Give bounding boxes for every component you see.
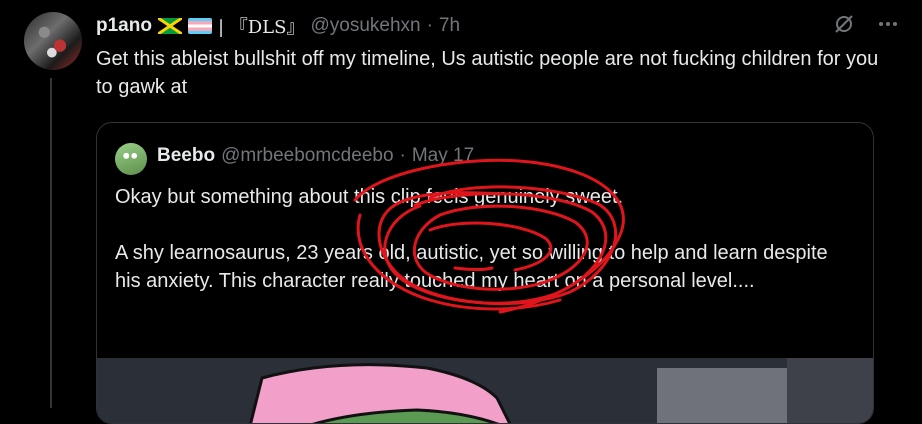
tweet-header: p1ano | 『DLS』 @yosukehxn · 7h: [96, 12, 460, 40]
quoted-tweet-text: Okay but something about this clip feels…: [115, 186, 828, 292]
separator-dot: ·: [426, 15, 433, 36]
quoted-date[interactable]: May 17: [412, 145, 474, 167]
quoted-tweet-card[interactable]: Beebo @mrbeebomcdeebo · May 17 Okay but …: [96, 122, 874, 424]
avatar[interactable]: [24, 12, 82, 70]
tweet-actions: [832, 12, 900, 36]
tweet-text: Get this ableist bullshit off my timelin…: [96, 48, 879, 98]
quoted-avatar[interactable]: [115, 143, 147, 175]
quoted-header: Beebo @mrbeebomcdeebo · May 17: [157, 145, 474, 167]
author-name[interactable]: p1ano: [96, 15, 152, 37]
quoted-author-name[interactable]: Beebo: [157, 145, 215, 167]
jamaica-flag-icon: [157, 18, 182, 34]
separator-dot: ·: [399, 145, 406, 166]
thread-line: [50, 78, 52, 408]
display-name-suffix: | 『DLS』: [217, 17, 305, 38]
quoted-author-handle[interactable]: @mrbeebomcdeebo: [221, 145, 393, 167]
quoted-media[interactable]: [97, 358, 873, 423]
grok-icon[interactable]: [832, 12, 856, 36]
more-icon[interactable]: [876, 12, 900, 36]
media-character-image: [97, 358, 873, 423]
transgender-flag-icon: [187, 18, 212, 34]
author-handle[interactable]: @yosukehxn: [310, 15, 420, 37]
timestamp[interactable]: 7h: [439, 15, 460, 37]
